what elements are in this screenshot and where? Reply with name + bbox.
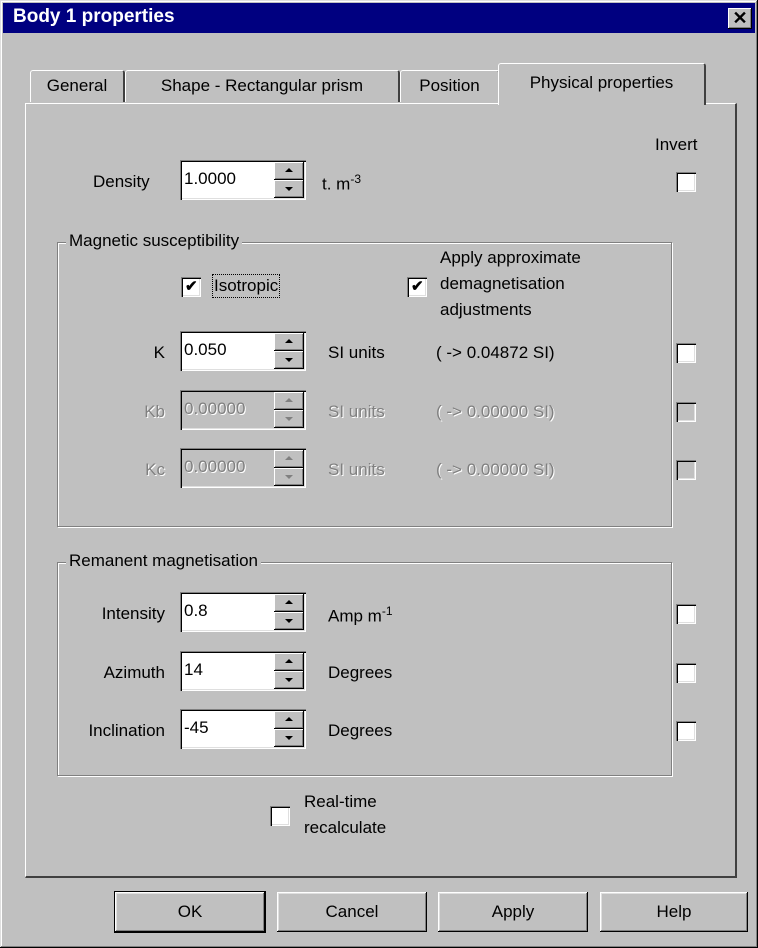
inclination-value[interactable]: -45: [184, 718, 209, 738]
demag-label-line3: adjustments: [440, 300, 532, 319]
kc-spinner: 0.00000: [180, 448, 306, 488]
density-up-button[interactable]: [274, 162, 304, 180]
inclination-up-button[interactable]: [274, 711, 304, 729]
arrow-up-icon: [285, 456, 293, 460]
intensity-down-button[interactable]: [274, 612, 304, 630]
kc-down-button: [274, 468, 304, 486]
realtime-recalculate-checkbox[interactable]: [270, 806, 290, 826]
apply-button[interactable]: Apply: [438, 892, 588, 932]
inclination-unit: Degrees: [328, 721, 393, 740]
kb-down-button: [274, 410, 304, 428]
k-up-button[interactable]: [274, 333, 304, 351]
dialog-window: Body 1 properties ✕ General Shape - Rect…: [0, 0, 758, 948]
tab-shape[interactable]: Shape - Rectangular prism: [125, 70, 400, 102]
arrow-down-icon: [285, 187, 293, 191]
inclination-label: Inclination: [88, 721, 165, 740]
magnetic-group-label: Magnetic susceptibility: [66, 231, 243, 251]
kc-label: Kc: [145, 460, 165, 479]
k-value[interactable]: 0.050: [184, 340, 227, 360]
k-spinner[interactable]: 0.050: [180, 331, 306, 371]
kb-spinner: 0.00000: [180, 390, 306, 430]
kc-up-button: [274, 450, 304, 468]
tab-general[interactable]: General: [30, 70, 125, 102]
arrow-up-icon: [285, 659, 293, 663]
density-unit: t. m-3: [322, 172, 362, 194]
k-unit: SI units: [328, 343, 385, 362]
close-icon: ✕: [732, 8, 748, 28]
inclination-spinner[interactable]: -45: [180, 709, 306, 749]
arrow-down-icon: [285, 358, 293, 362]
isotropic-label: Isotropic: [211, 274, 281, 298]
cancel-button[interactable]: Cancel: [277, 892, 427, 932]
arrow-up-icon: [285, 168, 293, 172]
k-invert-checkbox[interactable]: [676, 343, 696, 363]
demagnetisation-checkbox[interactable]: ✔: [407, 277, 427, 297]
arrow-down-icon: [285, 678, 293, 682]
density-invert-checkbox[interactable]: [676, 172, 696, 192]
arrow-up-icon: [285, 339, 293, 343]
realtime-label-line1: Real-time: [304, 792, 377, 811]
kb-unit: SI units: [328, 402, 385, 421]
close-button[interactable]: ✕: [728, 8, 752, 29]
azimuth-value[interactable]: 14: [184, 660, 203, 680]
inclination-invert-checkbox[interactable]: [676, 721, 696, 741]
arrow-up-icon: [285, 717, 293, 721]
invert-header: Invert: [655, 135, 698, 154]
intensity-spinner[interactable]: 0.8: [180, 592, 306, 632]
remanent-group-label: Remanent magnetisation: [66, 551, 262, 571]
density-label: Density: [93, 172, 150, 191]
kb-result: ( -> 0.00000 SI): [436, 402, 555, 421]
kc-invert-checkbox: [676, 460, 696, 480]
arrow-down-icon: [285, 475, 293, 479]
tab-position[interactable]: Position: [400, 70, 500, 102]
kb-up-button: [274, 392, 304, 410]
density-value[interactable]: 1.0000: [184, 169, 236, 189]
window-title: Body 1 properties: [13, 6, 175, 27]
k-result: ( -> 0.04872 SI): [436, 343, 555, 362]
magnetic-susceptibility-group: [57, 242, 672, 527]
density-down-button[interactable]: [274, 180, 304, 198]
kb-value: 0.00000: [184, 399, 246, 418]
azimuth-invert-checkbox[interactable]: [676, 663, 696, 683]
kc-value: 0.00000: [184, 457, 246, 476]
title-bar[interactable]: Body 1 properties ✕: [3, 3, 755, 33]
intensity-invert-checkbox[interactable]: [676, 604, 696, 624]
intensity-label: Intensity: [101, 604, 165, 623]
azimuth-up-button[interactable]: [274, 653, 304, 671]
kc-unit: SI units: [328, 460, 385, 479]
checkmark-icon: ✔: [185, 278, 198, 295]
realtime-label-line2: recalculate: [304, 818, 387, 837]
intensity-unit: Amp m-1: [328, 604, 393, 626]
demag-label-line1: Apply approximate: [440, 248, 581, 267]
tab-physical-properties[interactable]: Physical properties: [498, 63, 706, 105]
intensity-up-button[interactable]: [274, 594, 304, 612]
intensity-value[interactable]: 0.8: [184, 601, 208, 621]
kb-label: Kb: [144, 402, 165, 421]
k-down-button[interactable]: [274, 351, 304, 369]
arrow-down-icon: [285, 736, 293, 740]
azimuth-spinner[interactable]: 14: [180, 651, 306, 691]
arrow-down-icon: [285, 619, 293, 623]
arrow-up-icon: [285, 600, 293, 604]
help-button[interactable]: Help: [600, 892, 748, 932]
azimuth-label: Azimuth: [103, 663, 165, 682]
ok-button[interactable]: OK: [115, 892, 265, 932]
azimuth-unit: Degrees: [328, 663, 393, 682]
density-spinner[interactable]: 1.0000: [180, 160, 306, 200]
arrow-up-icon: [285, 398, 293, 402]
arrow-down-icon: [285, 417, 293, 421]
k-label: K: [153, 343, 165, 362]
kb-invert-checkbox: [676, 402, 696, 422]
inclination-down-button[interactable]: [274, 729, 304, 747]
kc-result: ( -> 0.00000 SI): [436, 460, 555, 479]
checkmark-icon: ✔: [411, 278, 424, 295]
isotropic-checkbox[interactable]: ✔: [181, 277, 201, 297]
demag-label-line2: demagnetisation: [440, 274, 565, 293]
azimuth-down-button[interactable]: [274, 671, 304, 689]
